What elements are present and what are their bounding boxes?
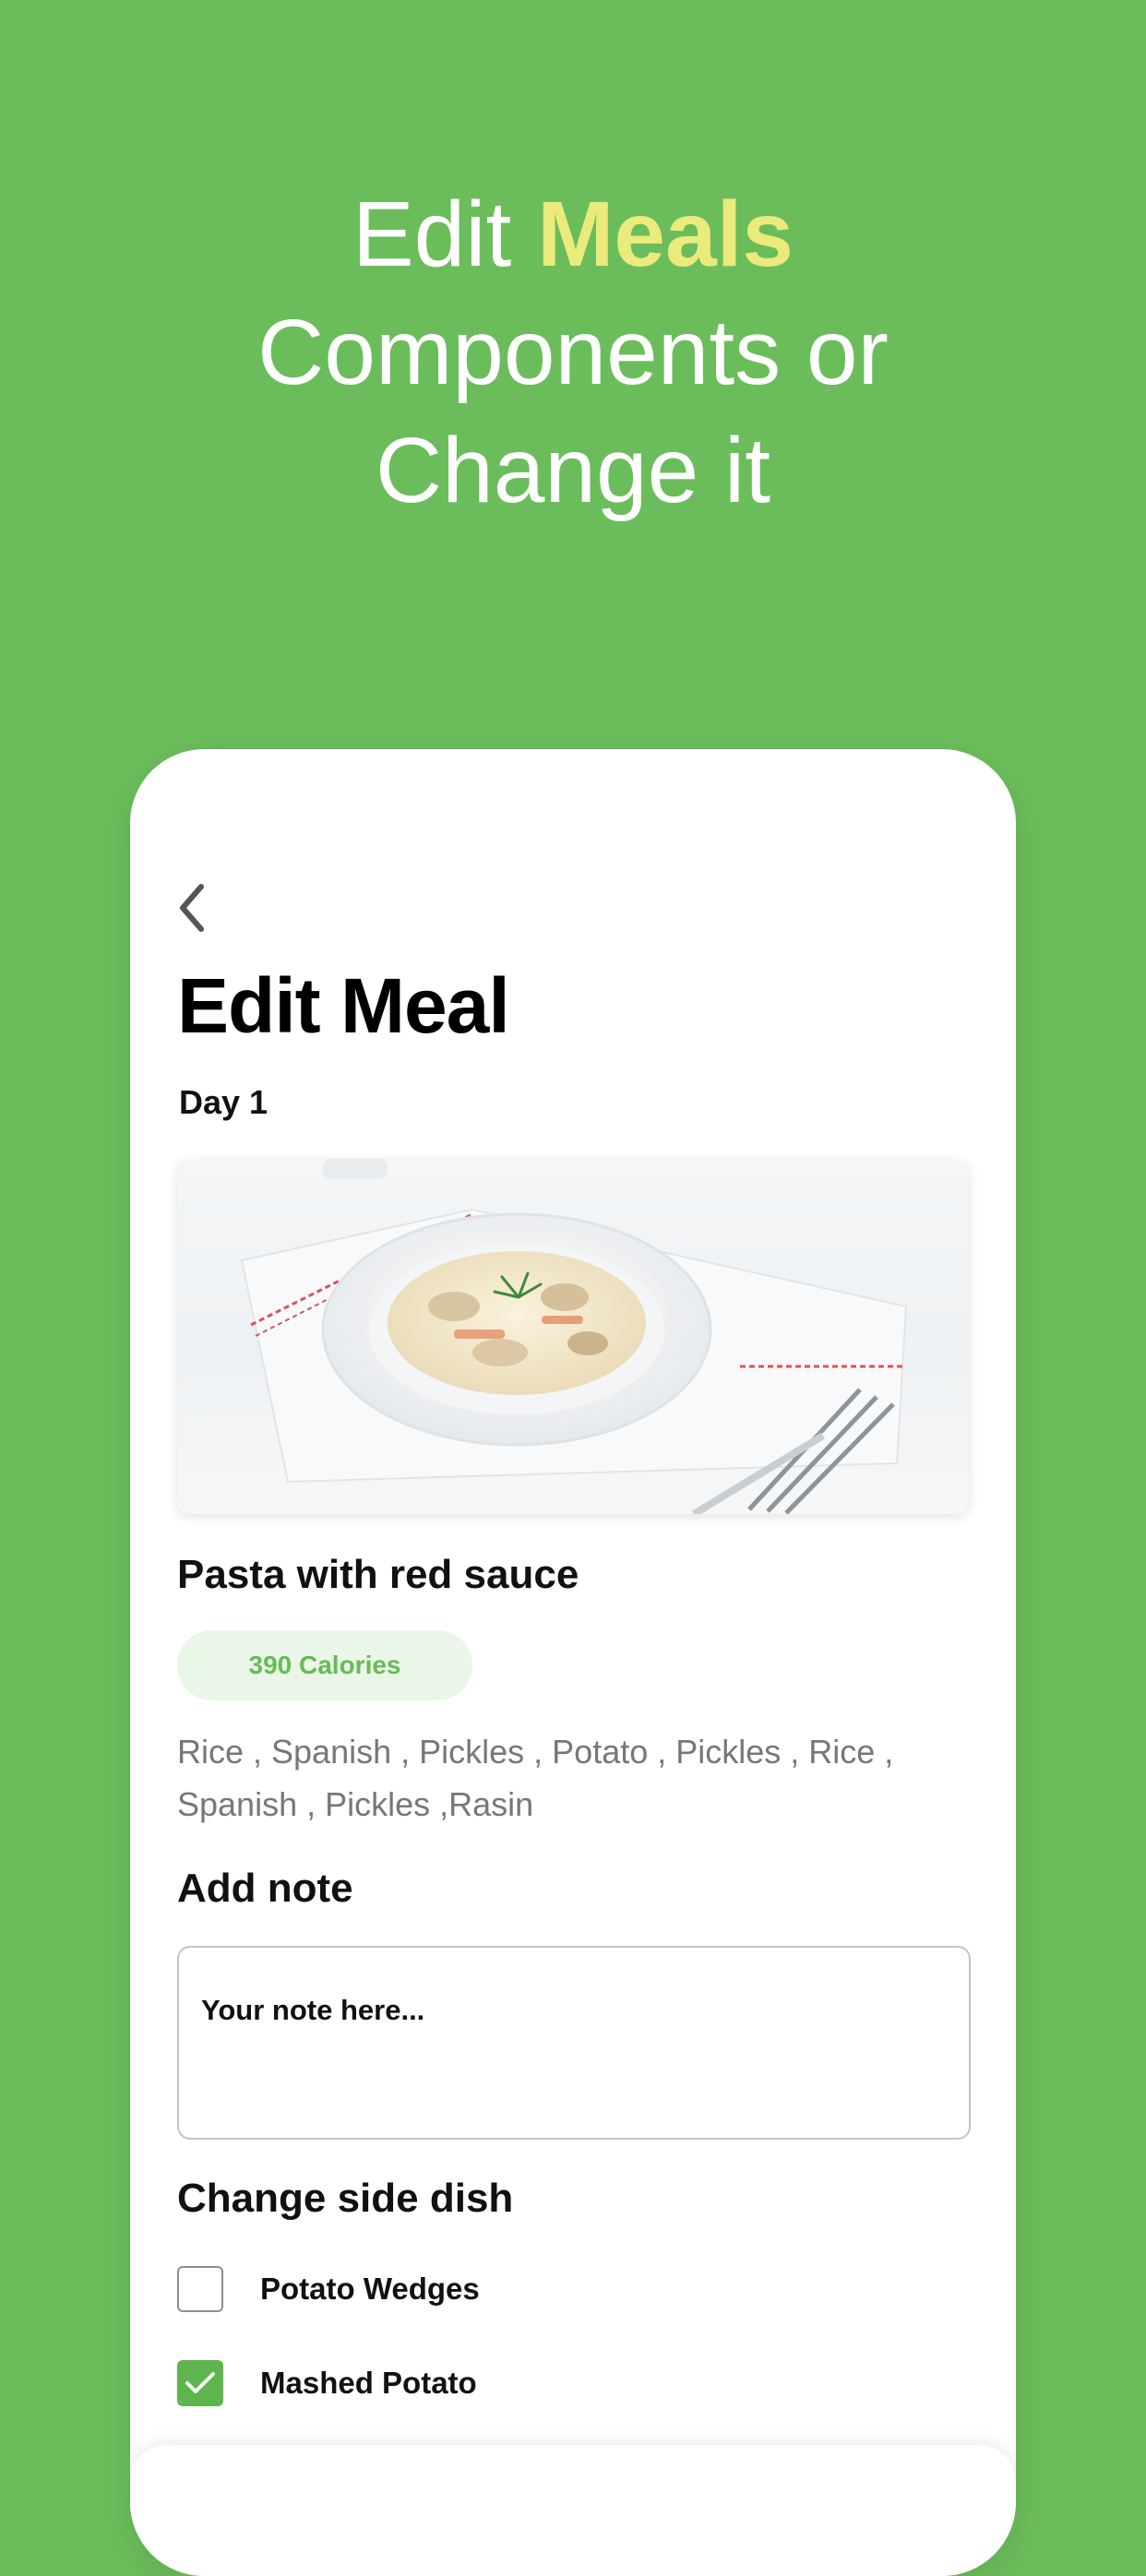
day-label: Day 1 xyxy=(179,1083,269,1121)
bottom-sheet-edge xyxy=(130,2445,1016,2576)
ingredients-text: Rice , Spanish , Pickles , Potato , Pick… xyxy=(177,1733,894,1823)
chevron-left-icon xyxy=(180,884,204,932)
calories-badge: 390 Calories xyxy=(177,1630,472,1700)
back-button[interactable] xyxy=(171,878,211,937)
side-dish-option-potato-wedges[interactable]: Potato Wedges xyxy=(177,2263,546,2315)
meal-photo xyxy=(177,1159,969,1514)
side-dish-option-mashed-potato[interactable]: Mashed Potato xyxy=(177,2357,546,2409)
add-note-heading: Add note xyxy=(177,1866,353,1911)
change-side-dish-heading: Change side dish xyxy=(177,2176,514,2221)
headline-line-3: Change it xyxy=(375,419,771,522)
page-title: Edit Meal xyxy=(177,962,510,1049)
promo-headline: Edit Meals Components or Change it xyxy=(0,175,1146,530)
side-dish-label: Mashed Potato xyxy=(260,2366,477,2400)
side-dish-checkbox[interactable] xyxy=(177,2360,223,2406)
side-dish-label: Potato Wedges xyxy=(260,2272,480,2306)
headline-line-2: Components or xyxy=(257,301,889,404)
headline-line-1: Edit Meals xyxy=(352,183,794,286)
side-dish-checkbox[interactable] xyxy=(177,2266,223,2312)
checkmark-icon xyxy=(185,2372,215,2393)
headline-accent: Meals xyxy=(537,183,794,286)
phone-screen-card: Edit Meal Day 1 Pasta with red sauce 390… xyxy=(130,749,1016,2576)
note-placeholder: Your note here... xyxy=(201,1994,425,2026)
note-input[interactable]: Your note here... xyxy=(177,1946,971,2140)
meal-name: Pasta with red sauce xyxy=(177,1552,579,1597)
